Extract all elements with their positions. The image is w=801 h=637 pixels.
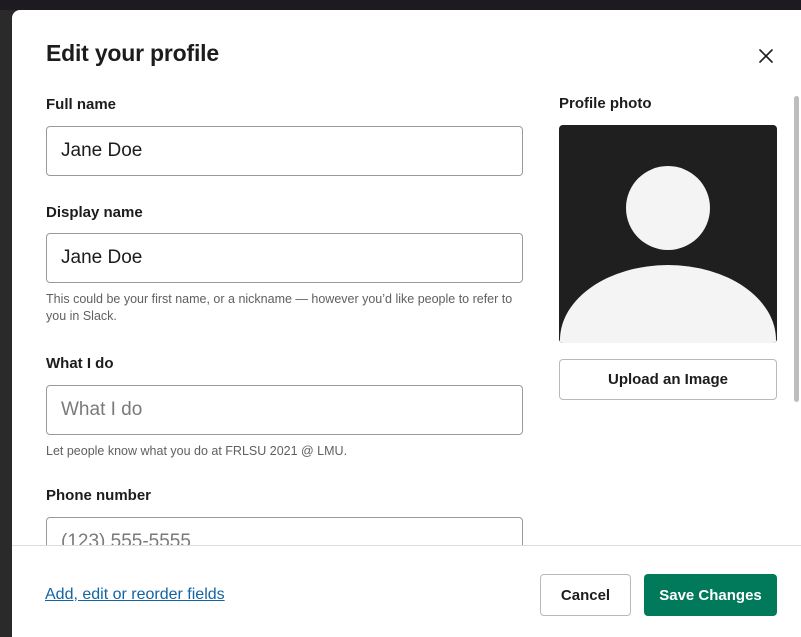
what-i-do-label: What I do xyxy=(46,355,114,372)
phone-number-label: Phone number xyxy=(46,487,152,504)
phone-number-input[interactable] xyxy=(46,517,523,545)
modal-footer: Add, edit or reorder fields Cancel Save … xyxy=(12,545,801,637)
close-button[interactable] xyxy=(752,42,780,70)
edit-profile-modal: Edit your profile Full name Display name… xyxy=(12,10,801,637)
full-name-input[interactable] xyxy=(46,126,523,176)
cancel-button[interactable]: Cancel xyxy=(540,574,631,616)
full-name-label: Full name xyxy=(46,96,117,113)
display-name-hint: This could be your first name, or a nick… xyxy=(46,292,513,323)
backdrop-strip xyxy=(0,0,801,10)
what-i-do-hint: Let people know what you do at FRLSU 202… xyxy=(46,444,348,458)
what-i-do-input[interactable] xyxy=(46,385,523,435)
close-icon xyxy=(759,49,773,63)
default-avatar-icon xyxy=(560,166,776,343)
scrollbar[interactable] xyxy=(794,96,799,402)
display-name-input[interactable] xyxy=(46,233,523,283)
display-name-label: Display name xyxy=(46,204,143,221)
upload-image-button[interactable]: Upload an Image xyxy=(559,359,777,400)
profile-photo-label: Profile photo xyxy=(559,95,652,112)
profile-photo xyxy=(559,125,777,343)
modal-title: Edit your profile xyxy=(46,40,219,66)
reorder-fields-link[interactable]: Add, edit or reorder fields xyxy=(45,586,225,604)
save-changes-button[interactable]: Save Changes xyxy=(644,574,777,616)
